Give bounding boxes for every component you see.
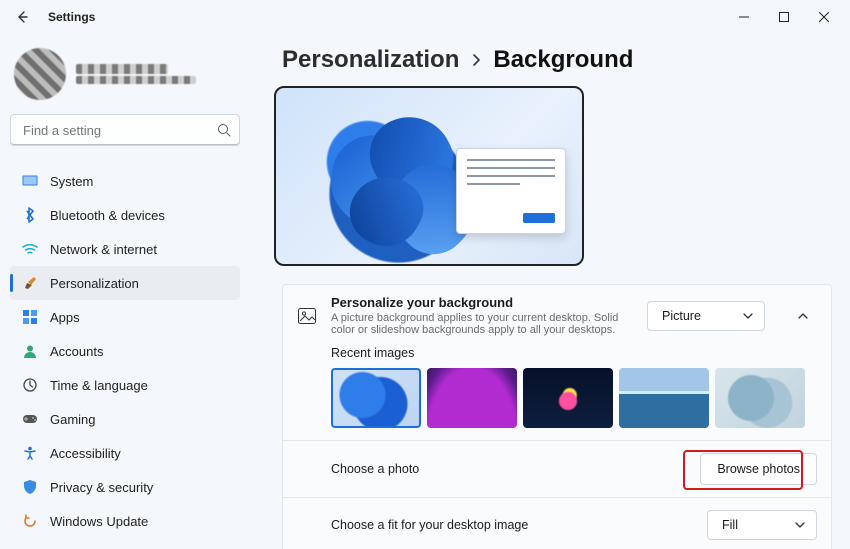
- search-box[interactable]: [10, 114, 240, 146]
- breadcrumb-parent[interactable]: Personalization: [282, 46, 459, 74]
- user-account-row[interactable]: [10, 44, 240, 114]
- titlebar: Settings: [0, 0, 850, 34]
- wifi-icon: [22, 241, 38, 257]
- personalize-background-panel: Personalize your background A picture ba…: [282, 284, 832, 549]
- choose-fit-row: Choose a fit for your desktop image Fill: [283, 498, 831, 549]
- choose-fit-label: Choose a fit for your desktop image: [331, 518, 693, 532]
- sidebar-item-time-language[interactable]: Time & language: [10, 368, 240, 402]
- clock-icon: [22, 377, 38, 393]
- user-text: [76, 64, 196, 84]
- sidebar-item-label: Bluetooth & devices: [50, 208, 165, 223]
- minimize-icon: [739, 12, 749, 22]
- desktop-preview-wrap: [274, 86, 832, 266]
- recent-image-3[interactable]: [523, 368, 613, 428]
- recent-images-title: Recent images: [331, 346, 817, 360]
- sidebar-item-bluetooth[interactable]: Bluetooth & devices: [10, 198, 240, 232]
- sidebar-item-label: Time & language: [50, 378, 148, 393]
- window-controls: [724, 3, 844, 31]
- accessibility-icon: [22, 445, 38, 461]
- image-icon: [297, 306, 317, 326]
- recent-image-1[interactable]: [331, 368, 421, 428]
- desktop-preview: [274, 86, 584, 266]
- sidebar-item-personalization[interactable]: Personalization: [10, 266, 240, 300]
- chevron-right-icon: [471, 53, 481, 67]
- sidebar-item-apps[interactable]: Apps: [10, 300, 240, 334]
- maximize-button[interactable]: [764, 3, 804, 31]
- maximize-icon: [779, 12, 789, 22]
- sidebar-item-gaming[interactable]: Gaming: [10, 402, 240, 436]
- close-icon: [819, 12, 829, 22]
- select-value: Picture: [662, 309, 701, 323]
- update-icon: [22, 513, 38, 529]
- window-title: Settings: [48, 10, 95, 24]
- breadcrumb: Personalization Background: [282, 46, 832, 74]
- panel-title: Personalize your background: [331, 295, 633, 310]
- choose-photo-label: Choose a photo: [331, 462, 686, 476]
- panel-header: Personalize your background A picture ba…: [283, 285, 831, 346]
- chevron-up-icon: [797, 311, 809, 321]
- sidebar-item-system[interactable]: System: [10, 164, 240, 198]
- fit-select[interactable]: Fill: [707, 510, 817, 540]
- sidebar-item-label: Accessibility: [50, 446, 121, 461]
- minimize-button[interactable]: [724, 3, 764, 31]
- breadcrumb-current: Background: [493, 46, 633, 74]
- recent-images-list: [331, 368, 817, 428]
- background-type-select[interactable]: Picture: [647, 301, 765, 331]
- sidebar-item-accessibility[interactable]: Accessibility: [10, 436, 240, 470]
- sidebar-item-accounts[interactable]: Accounts: [10, 334, 240, 368]
- settings-window: Settings System: [0, 0, 850, 549]
- back-button[interactable]: [6, 1, 38, 33]
- chevron-down-icon: [742, 310, 754, 322]
- main-content: Personalization Background: [252, 34, 850, 549]
- sidebar-item-label: Network & internet: [50, 242, 157, 257]
- recent-image-4[interactable]: [619, 368, 709, 428]
- recent-images-block: Recent images: [283, 346, 831, 440]
- shield-icon: [22, 479, 38, 495]
- user-name-redacted: [76, 64, 168, 74]
- recent-image-5[interactable]: [715, 368, 805, 428]
- sidebar-item-label: Gaming: [50, 412, 96, 427]
- sidebar: System Bluetooth & devices Network & int…: [0, 34, 252, 549]
- sidebar-item-label: Privacy & security: [50, 480, 153, 495]
- collapse-toggle[interactable]: [789, 302, 817, 330]
- search-icon: [217, 123, 231, 137]
- recent-image-2[interactable]: [427, 368, 517, 428]
- close-button[interactable]: [804, 3, 844, 31]
- arrow-left-icon: [15, 10, 29, 24]
- sidebar-item-label: Personalization: [50, 276, 139, 291]
- browse-photos-label: Browse photos: [717, 462, 800, 476]
- gaming-icon: [22, 411, 38, 427]
- sidebar-item-privacy[interactable]: Privacy & security: [10, 470, 240, 504]
- system-icon: [22, 173, 38, 189]
- user-email-redacted: [76, 76, 196, 84]
- apps-icon: [22, 309, 38, 325]
- bluetooth-icon: [22, 207, 38, 223]
- choose-photo-row: Choose a photo Browse photos: [283, 441, 831, 497]
- search-input[interactable]: [21, 122, 217, 139]
- chevron-down-icon: [794, 519, 806, 531]
- sidebar-nav: System Bluetooth & devices Network & int…: [10, 164, 240, 538]
- sidebar-item-label: Apps: [50, 310, 80, 325]
- sidebar-item-label: Accounts: [50, 344, 103, 359]
- preview-window-card: [456, 148, 566, 234]
- panel-subtitle: A picture background applies to your cur…: [331, 312, 633, 336]
- sidebar-item-label: System: [50, 174, 93, 189]
- paintbrush-icon: [22, 275, 38, 291]
- sidebar-item-windows-update[interactable]: Windows Update: [10, 504, 240, 538]
- select-value: Fill: [722, 518, 738, 532]
- body: System Bluetooth & devices Network & int…: [0, 34, 850, 549]
- browse-photos-button[interactable]: Browse photos: [700, 453, 817, 485]
- accounts-icon: [22, 343, 38, 359]
- avatar: [14, 48, 66, 100]
- sidebar-item-label: Windows Update: [50, 514, 148, 529]
- sidebar-item-network[interactable]: Network & internet: [10, 232, 240, 266]
